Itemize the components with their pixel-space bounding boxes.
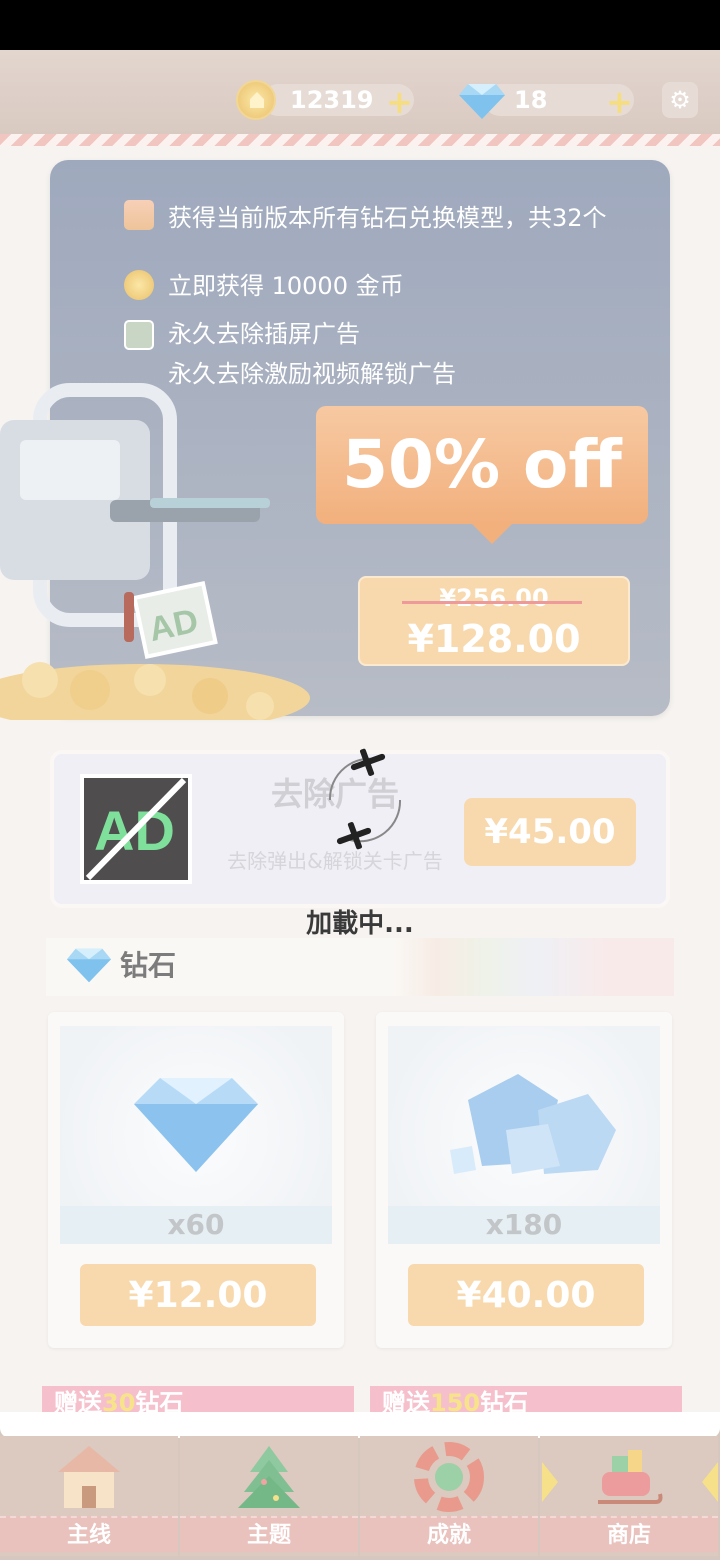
sleigh-icon bbox=[598, 1450, 663, 1504]
single-diamond-icon bbox=[134, 1078, 258, 1172]
gem-amount: 18 bbox=[514, 86, 548, 114]
perk-models: 获得当前版本所有钻石兑换模型，共32个 bbox=[168, 204, 607, 232]
sale-price: ¥128.00 bbox=[407, 617, 581, 661]
section-title: 钻石 bbox=[120, 949, 177, 982]
original-price: ¥256.00 bbox=[439, 584, 549, 612]
tab-main[interactable]: 主线 bbox=[0, 1436, 178, 1556]
christmas-tree-icon bbox=[238, 1446, 300, 1508]
tab-shop-label: 商店 bbox=[540, 1516, 718, 1552]
add-coins-button[interactable]: + bbox=[386, 86, 413, 118]
perk-coins: 立即获得 10000 金币 bbox=[168, 272, 404, 300]
tab-main-label: 主线 bbox=[0, 1516, 178, 1552]
perk-remove-reward-ads: 永久去除激励视频解锁广告 bbox=[168, 360, 456, 388]
tab-achievement-label: 成就 bbox=[360, 1516, 538, 1552]
no-ads-icon bbox=[124, 320, 154, 350]
product-quantity: x180 bbox=[388, 1206, 660, 1244]
coin-icon bbox=[236, 80, 276, 120]
tab-theme-label: 主题 bbox=[180, 1516, 358, 1552]
diamond-icon bbox=[459, 84, 505, 119]
product-card-60[interactable]: x60 ¥12.00 bbox=[48, 1012, 344, 1348]
house-icon bbox=[58, 1446, 120, 1508]
coin-icon bbox=[124, 270, 154, 300]
product-buy-button[interactable]: ¥40.00 bbox=[408, 1264, 644, 1326]
discount-banner-tail bbox=[470, 522, 514, 544]
selected-arrow-right-icon bbox=[702, 1462, 718, 1502]
mech-robot-illustration: AD bbox=[0, 383, 310, 720]
candy-stripe-divider bbox=[0, 134, 720, 146]
discount-text: 50% off bbox=[342, 426, 622, 503]
strikethrough-line bbox=[402, 601, 582, 604]
diamond-icon bbox=[66, 948, 112, 983]
loading-airplane-spinner-icon bbox=[328, 748, 402, 850]
perk-remove-interstitial: 永久去除插屏广告 bbox=[168, 320, 360, 348]
achievement-icon bbox=[414, 1442, 484, 1512]
tab-shop[interactable]: 商店 bbox=[540, 1436, 718, 1556]
product-quantity: x60 bbox=[60, 1206, 332, 1244]
product-buy-button[interactable]: ¥12.00 bbox=[80, 1264, 316, 1326]
gear-icon[interactable]: ⚙ bbox=[662, 82, 698, 118]
diamond-pile-icon bbox=[450, 1074, 616, 1174]
status-bar bbox=[0, 0, 720, 50]
remove-ads-buy-button[interactable]: ¥45.00 bbox=[464, 798, 636, 866]
house-icon bbox=[124, 200, 154, 230]
tab-theme[interactable]: 主题 bbox=[180, 1436, 358, 1556]
add-gems-button[interactable]: + bbox=[606, 86, 633, 118]
tab-achievement[interactable]: 成就 bbox=[360, 1436, 538, 1556]
coin-amount: 12319 bbox=[290, 86, 374, 114]
product-card-180[interactable]: x180 ¥40.00 bbox=[376, 1012, 672, 1348]
ad-block-icon: AD bbox=[80, 774, 192, 884]
snow-trim bbox=[0, 1412, 720, 1438]
selected-arrow-left-icon bbox=[542, 1462, 558, 1502]
